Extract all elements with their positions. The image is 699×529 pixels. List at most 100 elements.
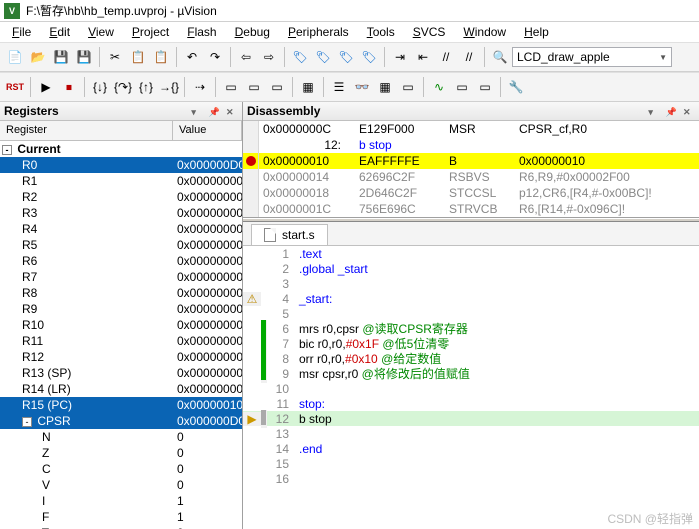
analyze-icon[interactable]: ∿ [428,76,450,98]
register-row[interactable]: R10x00000000 [0,173,242,189]
source-line[interactable]: 8 orr r0,r0,#0x10 @给定数值 [243,351,699,366]
register-row[interactable]: F1 [0,509,242,525]
cmd-window-icon[interactable]: ▭ [220,76,242,98]
register-row[interactable]: R15 (PC)0x00000010 [0,397,242,413]
cut-icon[interactable]: ✂ [104,46,126,68]
trace-icon[interactable]: ▭ [451,76,473,98]
menu-tools[interactable]: Tools [359,23,403,41]
comment-icon[interactable]: // [435,46,457,68]
redo-icon[interactable]: ↷ [204,46,226,68]
menu-flash[interactable]: Flash [179,23,224,41]
system-icon[interactable]: ▭ [474,76,496,98]
disassembly-body[interactable]: 0x0000000CE129F000MSRCPSR_cf,R012:b stop… [243,121,699,217]
source-line[interactable]: ▶12 b stop [243,411,699,426]
close-icon[interactable]: ✕ [226,107,238,119]
run-to-cursor-icon[interactable]: →{} [158,76,180,98]
tab-start-s[interactable]: start.s [251,224,328,245]
source-line[interactable]: 2.global _start [243,261,699,276]
source-line[interactable]: 15 [243,456,699,471]
source-line[interactable]: 7 bic r0,r0,#0x1F @低5位清零 [243,336,699,351]
pin-icon[interactable]: 📌 [209,107,221,119]
copy-icon[interactable]: 📋 [127,46,149,68]
register-row[interactable]: T0 [0,525,242,529]
open-file-icon[interactable]: 📂 [27,46,49,68]
new-file-icon[interactable]: 📄 [4,46,26,68]
stop-icon[interactable]: ⏹ [58,76,80,98]
source-line[interactable]: 9 msr cpsr,r0 @将修改后的值赋值 [243,366,699,381]
source-line[interactable]: 3 [243,276,699,291]
panel-menu-icon[interactable]: ▾ [191,107,203,119]
register-row[interactable]: R20x00000000 [0,189,242,205]
source-line[interactable]: 1.text [243,246,699,261]
target-combo[interactable]: LCD_draw_apple ▼ [512,47,672,67]
source-line[interactable]: ⚠4_start: [243,291,699,306]
disasm-row[interactable]: 0x00000010EAFFFFFEB0x00000010 [243,153,699,169]
nav-back-icon[interactable]: ⇦ [235,46,257,68]
close-icon[interactable]: ✕ [683,107,695,119]
menu-debug[interactable]: Debug [227,23,278,41]
panel-menu-icon[interactable]: ▾ [648,107,660,119]
watch-icon[interactable]: 👓 [351,76,373,98]
save-all-icon[interactable]: 💾 [73,46,95,68]
menu-edit[interactable]: Edit [41,23,78,41]
show-cursor-icon[interactable]: ⇢ [189,76,211,98]
menu-window[interactable]: Window [455,23,514,41]
source-line[interactable]: 5 [243,306,699,321]
registers-body[interactable]: - Current R00x000000D0 R10x00000000 R20x… [0,141,242,529]
register-row[interactable]: N0 [0,429,242,445]
menu-file[interactable]: File [4,23,39,41]
symbols-icon[interactable]: ▭ [266,76,288,98]
register-row[interactable]: R100x00000000 [0,317,242,333]
register-row[interactable]: - CPSR0x000000D0 [0,413,242,429]
register-row[interactable]: C0 [0,461,242,477]
register-row[interactable]: R40x00000000 [0,221,242,237]
register-row[interactable]: R120x00000000 [0,349,242,365]
undo-icon[interactable]: ↶ [181,46,203,68]
paste-icon[interactable]: 📋 [150,46,172,68]
register-row[interactable]: R14 (LR)0x00000000 [0,381,242,397]
callstack-icon[interactable]: ☰ [328,76,350,98]
indent-icon[interactable]: ⇥ [389,46,411,68]
save-icon[interactable]: 💾 [50,46,72,68]
register-row[interactable]: Z0 [0,445,242,461]
disasm-row[interactable]: 0x0000001C756E696CSTRVCBR6,[R14,#-0x096C… [243,201,699,217]
source-line[interactable]: 16 [243,471,699,486]
pin-icon[interactable]: 📌 [666,107,678,119]
nav-fwd-icon[interactable]: ⇨ [258,46,280,68]
register-row[interactable]: R50x00000000 [0,237,242,253]
source-line[interactable]: 10 [243,381,699,396]
bookmark-clear-icon[interactable]: 🏷 [358,46,380,68]
uncomment-icon[interactable]: // [458,46,480,68]
source-line[interactable]: 14.end [243,441,699,456]
source-line[interactable]: 13 [243,426,699,441]
disasm-window-icon[interactable]: ▭ [243,76,265,98]
outdent-icon[interactable]: ⇤ [412,46,434,68]
disasm-row[interactable]: 0x0000000CE129F000MSRCPSR_cf,R0 [243,121,699,137]
source-editor[interactable]: 1.text2.global _start3⚠4_start:56 mrs r0… [243,246,699,529]
serial-icon[interactable]: ▭ [397,76,419,98]
step-over-icon[interactable]: {↷} [112,76,134,98]
register-row[interactable]: R30x00000000 [0,205,242,221]
menu-project[interactable]: Project [124,23,177,41]
menu-view[interactable]: View [80,23,122,41]
register-row[interactable]: R00x000000D0 [0,157,242,173]
register-root[interactable]: - Current [0,141,242,157]
step-out-icon[interactable]: {↑} [135,76,157,98]
source-line[interactable]: 6 mrs r0,cpsr @读取CPSR寄存器 [243,321,699,336]
disasm-row[interactable]: 0x0000001462696C2FRSBVSR6,R9,#0x00002F00 [243,169,699,185]
registers-icon[interactable]: ▦ [297,76,319,98]
menu-help[interactable]: Help [516,23,557,41]
disasm-row[interactable]: 12:b stop [243,137,699,153]
register-row[interactable]: R80x00000000 [0,285,242,301]
register-row[interactable]: R110x00000000 [0,333,242,349]
register-row[interactable]: R13 (SP)0x00000000 [0,365,242,381]
register-row[interactable]: V0 [0,477,242,493]
source-line[interactable]: 11stop: [243,396,699,411]
menu-svcs[interactable]: SVCS [405,23,454,41]
register-row[interactable]: R70x00000000 [0,269,242,285]
memory-icon[interactable]: ▦ [374,76,396,98]
bookmark-prev-icon[interactable]: 🏷 [312,46,334,68]
register-row[interactable]: R90x00000000 [0,301,242,317]
menu-peripherals[interactable]: Peripherals [280,23,357,41]
find-icon[interactable]: 🔍 [489,46,511,68]
